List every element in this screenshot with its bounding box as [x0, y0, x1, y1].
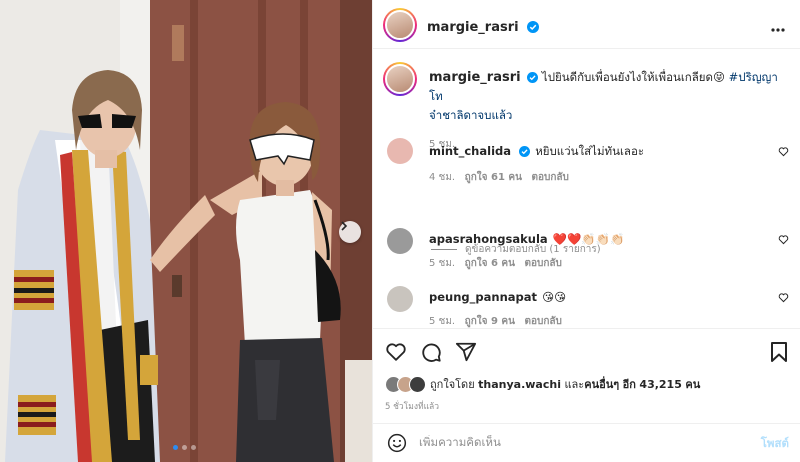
verified-badge-icon [527, 72, 539, 83]
comment-time[interactable]: 5 ชม. [429, 316, 455, 327]
post-comment-button[interactable]: โพสต์ [761, 435, 789, 453]
comment-like-heart-icon[interactable] [778, 292, 789, 303]
carousel-dot [173, 445, 178, 450]
comment-like-heart-icon[interactable] [778, 234, 789, 245]
author-avatar[interactable] [383, 8, 417, 42]
comment-avatar[interactable] [387, 138, 413, 164]
author-username[interactable]: margie_rasri [427, 20, 519, 35]
send-icon[interactable] [455, 341, 477, 363]
likes-others[interactable]: คนอื่นๆ [584, 375, 619, 393]
carousel-next-button[interactable] [339, 221, 361, 243]
post-photo[interactable] [0, 0, 372, 462]
post-timestamp[interactable]: 5 ชั่วโมงที่แล้ว [385, 399, 439, 413]
heart-icon[interactable] [385, 341, 407, 363]
emoji-icon[interactable] [387, 433, 407, 453]
comment-username[interactable]: peung_pannapat [429, 290, 537, 304]
liker-username[interactable]: thanya.wachi [478, 378, 561, 391]
caption-text: ไปยินดีกับเพื่อนยังไงให้เพื่อนเกลียด😝 [541, 70, 725, 84]
liker-avatar [409, 375, 426, 393]
comment-time[interactable]: 5 ชม. [429, 258, 455, 269]
comment-item: mint_chalida หยิบแว่นใส่ไม่ทันเลอะ 4 ชม.… [429, 140, 644, 185]
likes-prefix: ถูกใจโดย [430, 378, 475, 391]
likes-suffix: อีก [622, 378, 636, 391]
comment-reply-button[interactable]: ตอบกลับ [525, 316, 562, 327]
bookmark-icon[interactable] [769, 341, 789, 363]
verified-badge-icon [526, 21, 539, 33]
post-panel: margie_rasri margie_rasri ไปยินดีกับเพื่… [372, 0, 800, 462]
liker-avatars [385, 375, 426, 393]
comment-username[interactable]: apasrahongsakula [429, 232, 548, 246]
chevron-right-icon [341, 221, 348, 231]
comment-likes[interactable]: ถูกใจ 9 คน [465, 316, 515, 327]
post-actions: ถูกใจโดย thanya.wachi และ คนอื่นๆ อีก 43… [373, 328, 800, 432]
carousel-dots [173, 445, 196, 450]
likes-unit: คน [685, 378, 701, 391]
comment-text: 😘😘 [542, 290, 567, 304]
comment-time[interactable]: 4 ชม. [429, 172, 455, 183]
comment-input[interactable] [419, 435, 719, 449]
likes-summary[interactable]: ถูกใจโดย thanya.wachi และ คนอื่นๆ อีก 43… [385, 375, 700, 393]
comment-likes[interactable]: ถูกใจ 6 คน [465, 258, 515, 269]
add-comment-bar: โพสต์ [373, 423, 800, 462]
post-header: margie_rasri [373, 0, 800, 49]
comment-reply-button[interactable]: ตอบกลับ [531, 172, 568, 183]
likes-middle: และ [564, 378, 585, 391]
comment-text: ❤️❤️👏🏻👏🏻👏🏻 [552, 232, 625, 246]
caption-avatar[interactable] [383, 62, 417, 96]
comment-avatar[interactable] [387, 228, 413, 254]
comment-text: หยิบแว่นใส่ไม่ทันเลอะ [535, 144, 645, 158]
comments-section[interactable]: margie_rasri ไปยินดีกับเพื่อนยังไงให้เพื… [373, 50, 800, 328]
carousel-dot [191, 445, 196, 450]
likes-count[interactable]: 43,215 [639, 378, 681, 391]
carousel-dot [182, 445, 187, 450]
comment-item: peung_pannapat 😘😘 5 ชม. ถูกใจ 9 คน ตอบกล… [429, 286, 566, 328]
comment-item: apasrahongsakula ❤️❤️👏🏻👏🏻👏🏻 5 ชม. ถูกใจ … [429, 228, 624, 271]
comment-avatar[interactable] [387, 286, 413, 312]
caption-hashtag-continued[interactable]: จ๋าชาลิดาจบแล้ว [429, 108, 512, 122]
verified-badge-icon [519, 146, 531, 157]
caption-username[interactable]: margie_rasri [429, 70, 521, 85]
photo-illustration [0, 0, 372, 462]
more-horizontal-icon [771, 28, 785, 32]
comment-username[interactable]: mint_chalida [429, 144, 511, 158]
comment-likes[interactable]: ถูกใจ 61 คน [465, 172, 522, 183]
more-options-button[interactable] [771, 17, 785, 36]
comment-icon[interactable] [420, 341, 442, 363]
comment-like-heart-icon[interactable] [778, 146, 789, 157]
comment-reply-button[interactable]: ตอบกลับ [525, 258, 562, 269]
